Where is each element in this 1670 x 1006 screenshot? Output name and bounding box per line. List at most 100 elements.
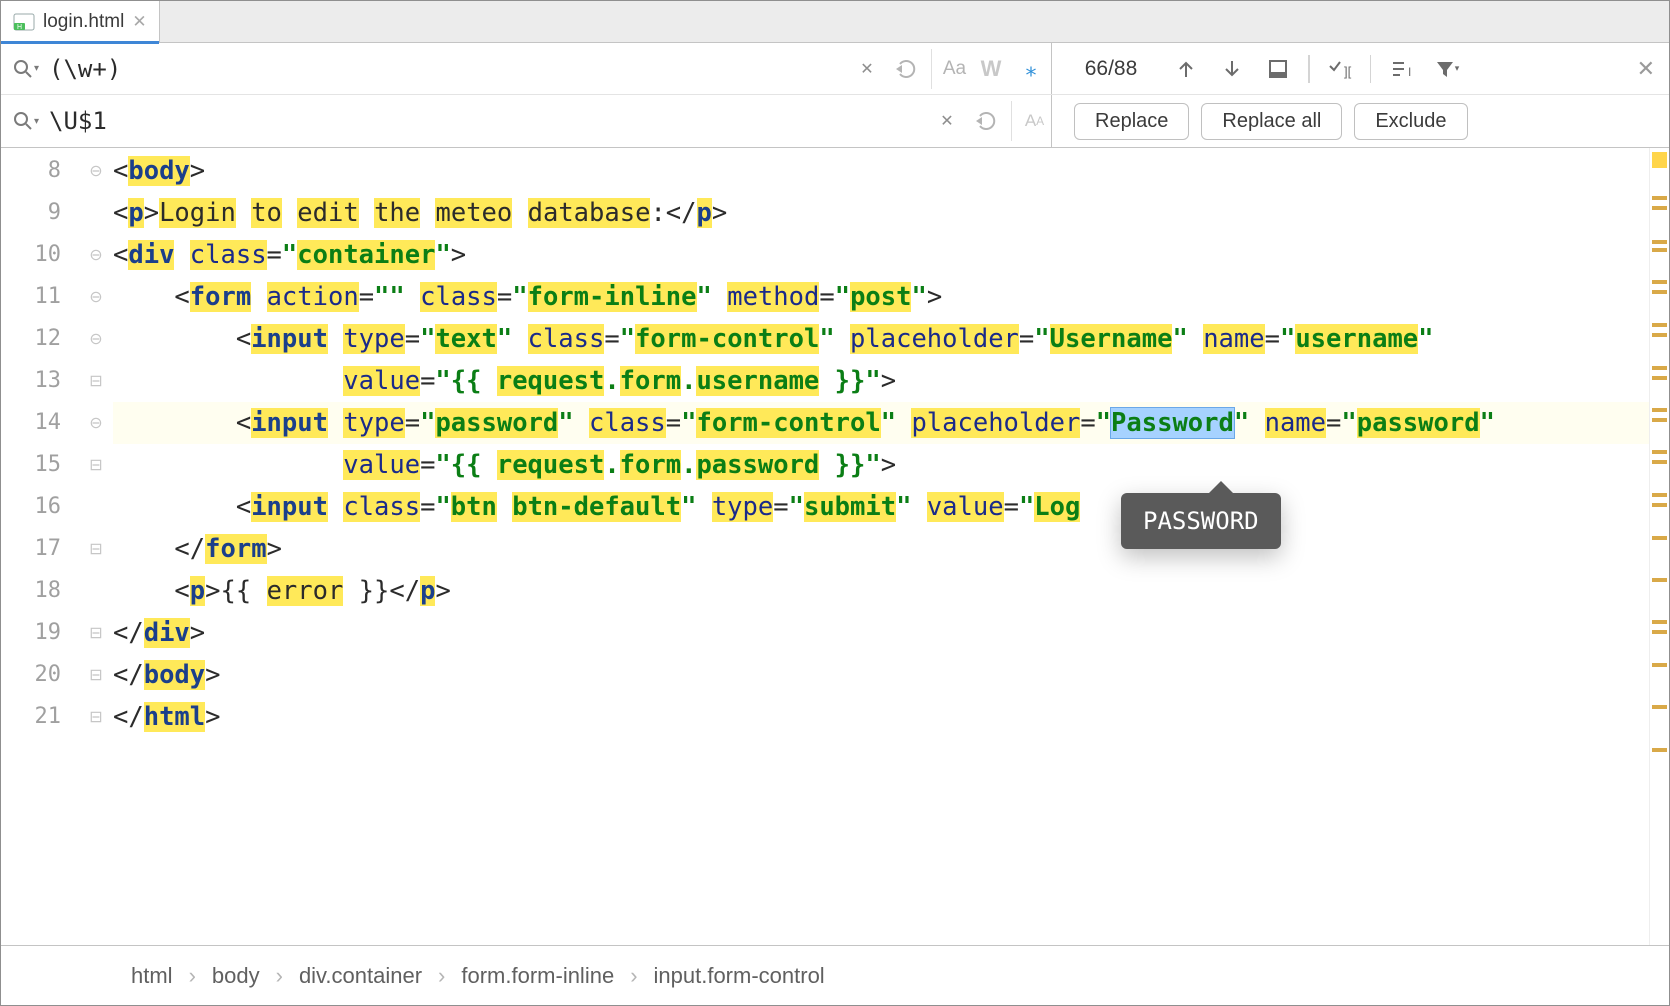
find-in-selection-icon[interactable]: I [1385, 53, 1417, 85]
replace-button[interactable]: Replace [1074, 103, 1189, 140]
tab-label: login.html [43, 11, 124, 33]
svg-text:I: I [1408, 65, 1411, 79]
clear-replace-icon[interactable]: ✕ [927, 101, 967, 141]
editor-tab[interactable]: H login.html ✕ [1, 1, 160, 42]
line-number: 14 [1, 402, 61, 444]
fold-icon[interactable]: ⊟ [79, 654, 113, 696]
fold-icon[interactable]: ⊟ [79, 612, 113, 654]
code-line[interactable]: value="{{ request.form.password }}"> [113, 444, 1649, 486]
marker[interactable] [1652, 206, 1667, 210]
marker[interactable] [1652, 366, 1667, 370]
prev-match-icon[interactable] [1170, 53, 1202, 85]
marker[interactable] [1652, 620, 1667, 624]
line-number: 18 [1, 570, 61, 612]
marker[interactable] [1652, 323, 1667, 327]
history-icon[interactable] [887, 49, 927, 89]
marker[interactable] [1652, 196, 1667, 200]
line-number: 15 [1, 444, 61, 486]
match-case-icon[interactable]: Aa [931, 49, 971, 89]
breadcrumb-item[interactable]: form.form-inline [461, 963, 614, 989]
breadcrumb: html › body › div.container › form.form-… [1, 945, 1669, 1005]
code-line[interactable]: <input type="text" class="form-control" … [113, 318, 1649, 360]
replace-input[interactable] [49, 107, 917, 135]
svg-text:][: ][ [1344, 64, 1352, 79]
marker[interactable] [1652, 748, 1667, 752]
close-icon[interactable]: ✕ [132, 12, 146, 32]
fold-icon[interactable]: ⊟ [79, 360, 113, 402]
code-line[interactable]: <input class="btn btn-default" type="sub… [113, 486, 1649, 528]
line-number: 11 [1, 276, 61, 318]
fold-icon[interactable]: ⊖ [79, 402, 113, 444]
marker[interactable] [1652, 418, 1667, 422]
code-line[interactable]: </html> [113, 696, 1649, 738]
fold-icon[interactable]: ⊖ [79, 234, 113, 276]
regex-icon[interactable]: ⁎ [1011, 49, 1051, 89]
marker[interactable] [1652, 290, 1667, 294]
marker[interactable] [1652, 376, 1667, 380]
html-file-icon: H [13, 11, 35, 33]
clear-find-icon[interactable]: ✕ [847, 49, 887, 89]
replace-dropdown-icon[interactable]: ▾ [13, 111, 39, 131]
breadcrumb-item[interactable]: body [212, 963, 260, 989]
fold-icon[interactable]: ⊟ [79, 444, 113, 486]
editor[interactable]: 8 9 10 11 12 13 14 15 16 17 18 19 20 21 … [1, 148, 1669, 945]
select-all-icon[interactable] [1262, 53, 1294, 85]
next-match-icon[interactable] [1216, 53, 1248, 85]
code-line[interactable]: <div class="container"> [113, 234, 1649, 276]
fold-icon[interactable]: ⊟ [79, 696, 113, 738]
marker[interactable] [1652, 493, 1667, 497]
marker[interactable] [1652, 705, 1667, 709]
filter-icon[interactable]: ▾ [1431, 53, 1463, 85]
marker[interactable] [1652, 536, 1667, 540]
marker[interactable] [1652, 152, 1667, 168]
marker[interactable] [1652, 280, 1667, 284]
marker[interactable] [1652, 460, 1667, 464]
close-panel-icon[interactable]: ✕ [1637, 56, 1655, 82]
line-number: 19 [1, 612, 61, 654]
line-number: 12 [1, 318, 61, 360]
divider [1370, 55, 1372, 83]
marker[interactable] [1652, 663, 1667, 667]
marker[interactable] [1652, 240, 1667, 244]
marker[interactable] [1652, 503, 1667, 507]
marker[interactable] [1652, 630, 1667, 634]
replace-history-icon[interactable] [967, 101, 1007, 141]
words-icon[interactable]: W [971, 49, 1011, 89]
exclude-button[interactable]: Exclude [1354, 103, 1467, 140]
chevron-right-icon: › [438, 963, 445, 989]
chevron-right-icon: › [276, 963, 283, 989]
code-line[interactable]: </body> [113, 654, 1649, 696]
code-line[interactable]: <body> [113, 150, 1649, 192]
find-input[interactable] [49, 55, 837, 83]
code-line[interactable]: <form action="" class="form-inline" meth… [113, 276, 1649, 318]
fold-icon[interactable]: ⊖ [79, 150, 113, 192]
code-line[interactable]: <p>Login to edit the meteo database:</p> [113, 192, 1649, 234]
breadcrumb-item[interactable]: html [131, 963, 173, 989]
code-line[interactable]: value="{{ request.form.username }}"> [113, 360, 1649, 402]
code-line[interactable]: </div> [113, 612, 1649, 654]
search-icon[interactable]: ▾ [13, 59, 39, 79]
marker[interactable] [1652, 248, 1667, 252]
fold-icon[interactable]: ⊖ [79, 276, 113, 318]
chevron-right-icon: › [189, 963, 196, 989]
fold-icon[interactable]: ⊖ [79, 318, 113, 360]
preserve-case-icon[interactable]: AA [1011, 101, 1051, 141]
match-count: 66/88 [1066, 57, 1156, 81]
marker-bar[interactable] [1649, 148, 1669, 945]
tab-bar: H login.html ✕ [1, 1, 1669, 43]
code-line[interactable]: <p>{{ error }}</p> [113, 570, 1649, 612]
line-number: 16 [1, 486, 61, 528]
marker[interactable] [1652, 333, 1667, 337]
replace-all-button[interactable]: Replace all [1201, 103, 1342, 140]
breadcrumb-item[interactable]: input.form-control [654, 963, 825, 989]
code-line[interactable]: </form> [113, 528, 1649, 570]
marker[interactable] [1652, 450, 1667, 454]
marker[interactable] [1652, 408, 1667, 412]
marker[interactable] [1652, 578, 1667, 582]
code-area[interactable]: <body> <p>Login to edit the meteo databa… [113, 148, 1649, 945]
breadcrumb-item[interactable]: div.container [299, 963, 422, 989]
find-replace-panel: ▾ ✕ Aa W ⁎ 66/88 [1, 43, 1669, 148]
code-line[interactable]: <input type="password" class="form-contr… [113, 402, 1649, 444]
fold-icon[interactable]: ⊟ [79, 528, 113, 570]
multi-cursor-icon[interactable]: ][ [1324, 53, 1356, 85]
